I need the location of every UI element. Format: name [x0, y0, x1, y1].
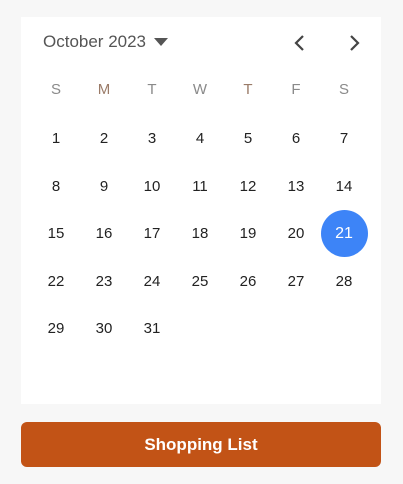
- day-cell[interactable]: 24: [128, 258, 176, 306]
- day-number: 5: [243, 130, 253, 148]
- caret-down-icon: [154, 38, 169, 46]
- day-number: 8: [51, 177, 61, 195]
- day-number: 24: [143, 272, 161, 290]
- day-number: 14: [335, 177, 353, 195]
- day-number: 28: [335, 272, 353, 290]
- day-cell[interactable]: 25: [176, 258, 224, 306]
- chevron-left-icon: [294, 35, 304, 51]
- day-number: 13: [287, 177, 305, 195]
- day-cell[interactable]: 30: [80, 305, 128, 353]
- day-cell[interactable]: 13: [272, 163, 320, 211]
- day-cell[interactable]: 17: [128, 210, 176, 258]
- day-number: 18: [191, 225, 209, 243]
- shopping-list-button[interactable]: Shopping List: [21, 422, 381, 467]
- day-number: 1: [51, 130, 61, 148]
- weekday-label: F: [291, 81, 301, 98]
- day-cell[interactable]: 14: [320, 163, 368, 211]
- day-cell[interactable]: 31: [128, 305, 176, 353]
- day-number: 11: [192, 177, 208, 195]
- day-cell[interactable]: 28: [320, 258, 368, 306]
- day-number: 16: [95, 225, 113, 243]
- day-number: 20: [287, 225, 305, 243]
- day-number: 9: [99, 177, 109, 195]
- day-cell[interactable]: 19: [224, 210, 272, 258]
- day-cell[interactable]: 3: [128, 115, 176, 163]
- day-number: 31: [143, 320, 161, 338]
- weekday-header: S M T W T F S: [32, 81, 368, 98]
- day-number: 26: [239, 272, 257, 290]
- day-cell[interactable]: 10: [128, 163, 176, 211]
- weekday-label: S: [50, 81, 61, 98]
- day-number: 10: [143, 177, 161, 195]
- day-cell[interactable]: 26: [224, 258, 272, 306]
- day-cell-selected[interactable]: 21: [320, 210, 368, 258]
- calendar: October 2023 S M T W T F S 1 2 3 4 5 6 7 8 9 10 11…: [21, 17, 381, 404]
- weekday-label: W: [192, 81, 208, 98]
- day-cell[interactable]: 11: [176, 163, 224, 211]
- next-month-button[interactable]: [342, 31, 366, 55]
- day-number: 27: [287, 272, 305, 290]
- weekday-label: T: [147, 81, 157, 98]
- day-number: 17: [143, 225, 161, 243]
- day-number: 6: [291, 130, 301, 148]
- day-cell[interactable]: 15: [32, 210, 80, 258]
- day-cell[interactable]: 8: [32, 163, 80, 211]
- day-cell[interactable]: 23: [80, 258, 128, 306]
- weekday-label: M: [97, 81, 111, 98]
- day-cell[interactable]: 18: [176, 210, 224, 258]
- day-cell[interactable]: 7: [320, 115, 368, 163]
- day-cell[interactable]: 22: [32, 258, 80, 306]
- day-number: 25: [191, 272, 209, 290]
- weekday-label: T: [243, 81, 253, 98]
- day-cell[interactable]: 20: [272, 210, 320, 258]
- day-number: 19: [239, 225, 257, 243]
- day-number: 4: [195, 130, 205, 148]
- day-cell[interactable]: 12: [224, 163, 272, 211]
- day-cell[interactable]: 6: [272, 115, 320, 163]
- chevron-right-icon: [350, 35, 360, 51]
- day-grid: 1 2 3 4 5 6 7 8 9 10 11 12 13 14 15 16 17 18 19 20 21 22 23 24 2…: [32, 115, 368, 353]
- day-cell[interactable]: 9: [80, 163, 128, 211]
- day-cell[interactable]: 16: [80, 210, 128, 258]
- day-cell[interactable]: 4: [176, 115, 224, 163]
- day-cell[interactable]: 29: [32, 305, 80, 353]
- day-cell[interactable]: 1: [32, 115, 80, 163]
- month-year-selector[interactable]: October 2023: [43, 32, 169, 52]
- day-number: 22: [47, 272, 65, 290]
- weekday-label: S: [338, 81, 349, 98]
- day-number: 7: [339, 130, 349, 148]
- day-number: 12: [239, 177, 257, 195]
- day-number: 30: [95, 320, 113, 338]
- month-label: October 2023: [43, 32, 147, 51]
- day-number: 15: [47, 225, 65, 243]
- day-cell[interactable]: 5: [224, 115, 272, 163]
- day-number: 23: [95, 272, 113, 290]
- day-number: 2: [99, 130, 109, 148]
- day-number: 21: [320, 210, 368, 258]
- day-cell[interactable]: 27: [272, 258, 320, 306]
- day-cell[interactable]: 2: [80, 115, 128, 163]
- day-number: 29: [47, 320, 65, 338]
- previous-month-button[interactable]: [288, 31, 312, 55]
- day-number: 3: [147, 130, 157, 148]
